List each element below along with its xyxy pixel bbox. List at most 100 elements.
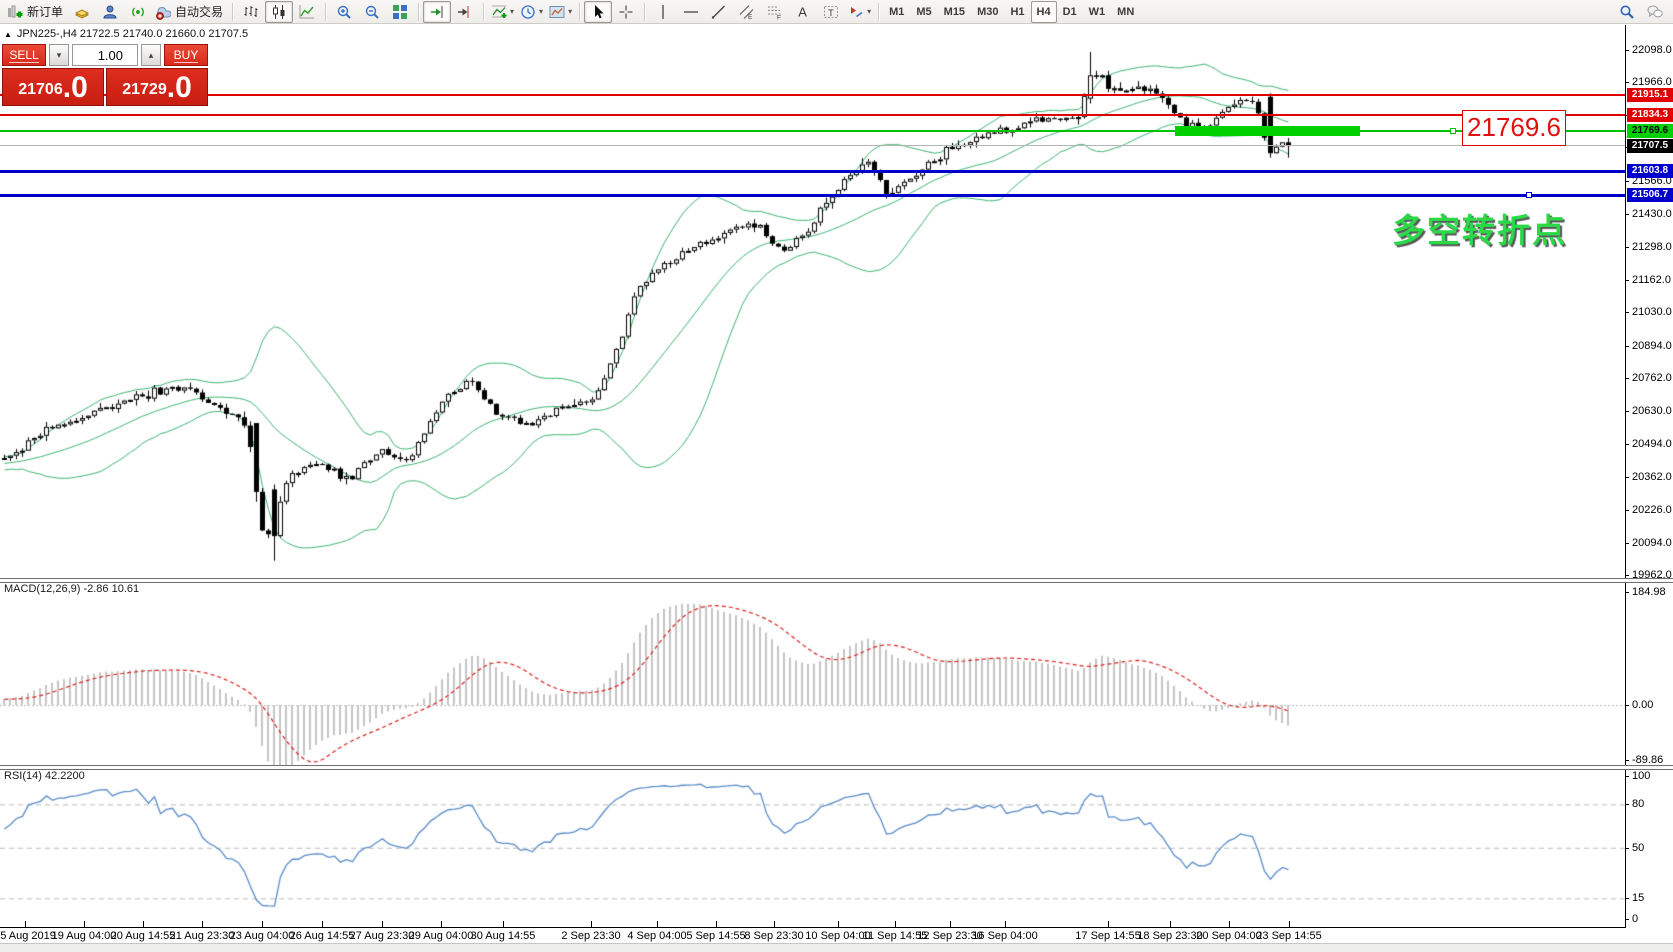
price-level-chip: 21707.5	[1627, 139, 1673, 153]
chat-icon	[1647, 4, 1663, 20]
price-axis-label: 20362.0	[1632, 471, 1672, 483]
rsi-axis-label: 80	[1632, 798, 1644, 810]
rsi-axis-tick	[1625, 898, 1629, 899]
rsi-axis-label: 15	[1632, 892, 1644, 904]
indicators-button[interactable]: ▾	[488, 1, 517, 23]
price-axis-label: 20094.0	[1632, 537, 1672, 549]
time-axis-tick	[1108, 921, 1109, 927]
rsi-axis-label: 100	[1632, 770, 1650, 782]
timeframe-h4-button[interactable]: H4	[1031, 1, 1057, 23]
chart-shift-button[interactable]	[451, 1, 479, 23]
equidistant-channel-icon: E	[739, 4, 755, 20]
zoom-in-icon	[336, 4, 352, 20]
price-level-line[interactable]	[0, 170, 1625, 173]
pane-separator[interactable]	[0, 578, 1673, 583]
price-level-line[interactable]	[0, 94, 1625, 96]
crosshair-button[interactable]	[612, 1, 640, 23]
price-level-chip: 21834.3	[1627, 108, 1673, 122]
zoom-in-button[interactable]	[330, 1, 358, 23]
book-button[interactable]	[68, 1, 96, 23]
rsi-axis-tick	[1625, 848, 1629, 849]
bar-chart-icon	[243, 4, 259, 20]
timeframe-m5-button[interactable]: M5	[910, 1, 937, 23]
bar-chart-button[interactable]	[237, 1, 265, 23]
templates-icon	[549, 4, 565, 20]
pane-separator[interactable]	[0, 765, 1673, 770]
templates-button[interactable]: ▾	[546, 1, 575, 23]
book-icon	[74, 4, 90, 20]
new-order-icon	[7, 4, 23, 20]
cursor-button[interactable]	[584, 1, 612, 23]
sell-button[interactable]: SELL	[2, 44, 46, 66]
auto-trading-button[interactable]: 自动交易	[152, 1, 228, 23]
horizontal-line-button[interactable]	[677, 1, 705, 23]
symbol-collapse-icon[interactable]: ▲	[4, 30, 12, 39]
timeframe-m15-button[interactable]: M15	[938, 1, 971, 23]
new-order-label: 新订单	[25, 3, 65, 20]
rsi-axis-label: 50	[1632, 842, 1644, 854]
timeframe-w1-button[interactable]: W1	[1083, 1, 1112, 23]
buy-price-button[interactable]: 21729.0	[106, 68, 208, 106]
timeframe-m1-button[interactable]: M1	[883, 1, 910, 23]
trend-line-button[interactable]	[705, 1, 733, 23]
time-axis-label: 19 Aug 04:00	[52, 930, 117, 942]
macd-axis-tick	[1625, 760, 1629, 761]
price-level-line[interactable]	[0, 130, 1625, 132]
line-drag-handle[interactable]	[1526, 192, 1532, 198]
equidistant-channel-button[interactable]: E	[733, 1, 761, 23]
price-callout-label[interactable]: 21769.6	[1462, 110, 1566, 146]
volume-input[interactable]: 1.00	[72, 44, 138, 66]
signal-button[interactable]	[124, 1, 152, 23]
line-chart-button[interactable]	[293, 1, 321, 23]
timeframe-mn-button[interactable]: MN	[1111, 1, 1140, 23]
time-axis-label: 20 Aug 14:55	[111, 930, 176, 942]
fibonacci-button[interactable]: F	[761, 1, 789, 23]
price-level-line[interactable]	[0, 114, 1625, 116]
text-label-button[interactable]: T	[817, 1, 845, 23]
price-axis-label: 20226.0	[1632, 504, 1672, 516]
price-level-line[interactable]	[0, 194, 1625, 197]
vertical-line-button[interactable]	[649, 1, 677, 23]
price-chart-canvas[interactable]	[0, 0, 1673, 951]
volume-decrease-button[interactable]: ▾	[49, 44, 69, 66]
text-button[interactable]: A	[789, 1, 817, 23]
price-axis-label: 21162.0	[1632, 274, 1671, 286]
tile-windows-button[interactable]	[386, 1, 414, 23]
buy-button[interactable]: BUY	[164, 44, 208, 66]
timeframe-d1-button[interactable]: D1	[1057, 1, 1083, 23]
price-axis-tick	[1625, 411, 1629, 412]
line-drag-handle[interactable]	[1450, 128, 1456, 134]
price-axis-tick	[1625, 510, 1629, 511]
zoom-out-icon	[364, 4, 380, 20]
price-axis-tick	[1625, 543, 1629, 544]
toolbar-separator	[579, 3, 580, 21]
one-click-trading-panel: SELL ▾ 1.00 ▴ BUY 21706.0 21729.0	[2, 44, 208, 106]
volume-increase-button[interactable]: ▴	[141, 44, 161, 66]
price-axis-tick	[1625, 477, 1629, 478]
cursor-icon	[590, 4, 606, 20]
profile-button[interactable]	[96, 1, 124, 23]
timeframe-m30-button[interactable]: M30	[971, 1, 1004, 23]
periods-button[interactable]: ▾	[517, 1, 546, 23]
candlestick-chart-button[interactable]	[265, 1, 293, 23]
sell-price-button[interactable]: 21706.0	[2, 68, 104, 106]
chart-annotation-text[interactable]: 多空转折点	[1392, 204, 1567, 252]
time-axis-tick	[1229, 921, 1230, 927]
chat-button[interactable]	[1641, 1, 1669, 23]
auto-scroll-button[interactable]	[423, 1, 451, 23]
price-axis-label: 20630.0	[1632, 405, 1672, 417]
rsi-axis-label: 0	[1632, 913, 1638, 925]
indicators-icon	[491, 4, 507, 20]
trendline-thick-segment[interactable]	[1175, 126, 1360, 136]
price-axis-tick	[1625, 575, 1629, 576]
price-level-chip: 21506.7	[1627, 188, 1673, 202]
price-axis-label: 20494.0	[1632, 438, 1672, 450]
chevron-down-icon: ▾	[568, 7, 572, 16]
search-button[interactable]	[1613, 1, 1641, 23]
timeframe-h1-button[interactable]: H1	[1004, 1, 1030, 23]
new-order-button[interactable]: 新订单	[4, 1, 68, 23]
rsi-axis-tick	[1625, 804, 1629, 805]
zoom-out-button[interactable]	[358, 1, 386, 23]
arrows-button[interactable]: ▾	[845, 1, 874, 23]
price-level-line[interactable]	[0, 145, 1625, 146]
